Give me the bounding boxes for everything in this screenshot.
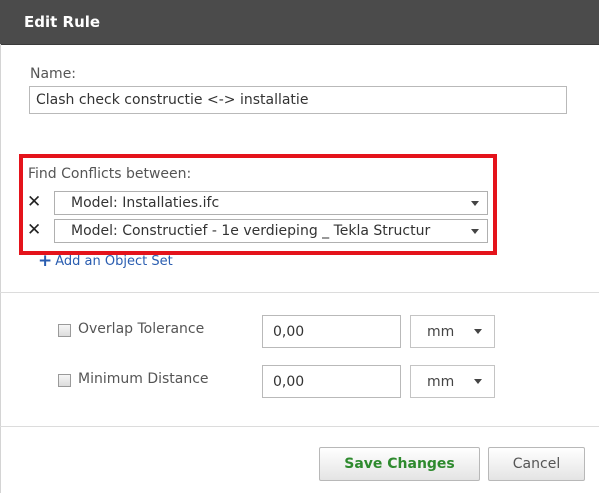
save-changes-button[interactable]: Save Changes: [319, 447, 480, 481]
chevron-down-icon: [471, 200, 479, 206]
minimum-distance-input[interactable]: 0,00: [262, 365, 401, 398]
name-label: Name:: [30, 66, 77, 82]
object-set-2-select[interactable]: Model: Constructief - 1e verdieping _ Te…: [54, 219, 488, 243]
overlap-tolerance-value: 0,00: [273, 323, 305, 340]
dialog-title: Edit Rule: [24, 13, 101, 31]
plus-icon: +: [38, 251, 53, 271]
overlap-tolerance-input[interactable]: 0,00: [262, 315, 401, 348]
remove-set-2-icon[interactable]: ✕: [27, 222, 41, 239]
object-set-2-value: Model: Constructief - 1e verdieping _ Te…: [71, 223, 431, 239]
name-input-value: Clash check constructie <-> installatie: [36, 92, 309, 108]
chevron-down-icon: [474, 329, 482, 334]
object-set-1-select[interactable]: Model: Installaties.ifc: [54, 191, 488, 215]
name-input[interactable]: Clash check constructie <-> installatie: [29, 86, 567, 114]
minimum-distance-unit: mm: [427, 373, 455, 390]
add-object-set-label: Add an Object Set: [55, 254, 173, 269]
minimum-distance-label: Minimum Distance: [78, 371, 209, 387]
overlap-tolerance-label: Overlap Tolerance: [78, 321, 205, 337]
minimum-distance-unit-select[interactable]: mm: [410, 365, 495, 398]
chevron-down-icon: [471, 228, 479, 234]
chevron-down-icon: [474, 379, 482, 384]
overlap-tolerance-unit-select[interactable]: mm: [410, 315, 495, 348]
cancel-button[interactable]: Cancel: [488, 447, 585, 481]
add-object-set-link[interactable]: + Add an Object Set: [38, 253, 173, 270]
minimum-distance-value: 0,00: [273, 373, 305, 390]
minimum-distance-checkbox[interactable]: [58, 374, 71, 387]
object-set-1-value: Model: Installaties.ifc: [71, 195, 220, 211]
find-conflicts-label: Find Conflicts between:: [28, 166, 192, 182]
divider-bottom: [0, 426, 599, 427]
remove-set-1-icon[interactable]: ✕: [27, 194, 41, 211]
overlap-tolerance-unit: mm: [427, 323, 455, 340]
overlap-tolerance-checkbox[interactable]: [58, 324, 71, 337]
dialog-titlebar: Edit Rule: [0, 0, 599, 45]
divider-top: [0, 292, 599, 293]
